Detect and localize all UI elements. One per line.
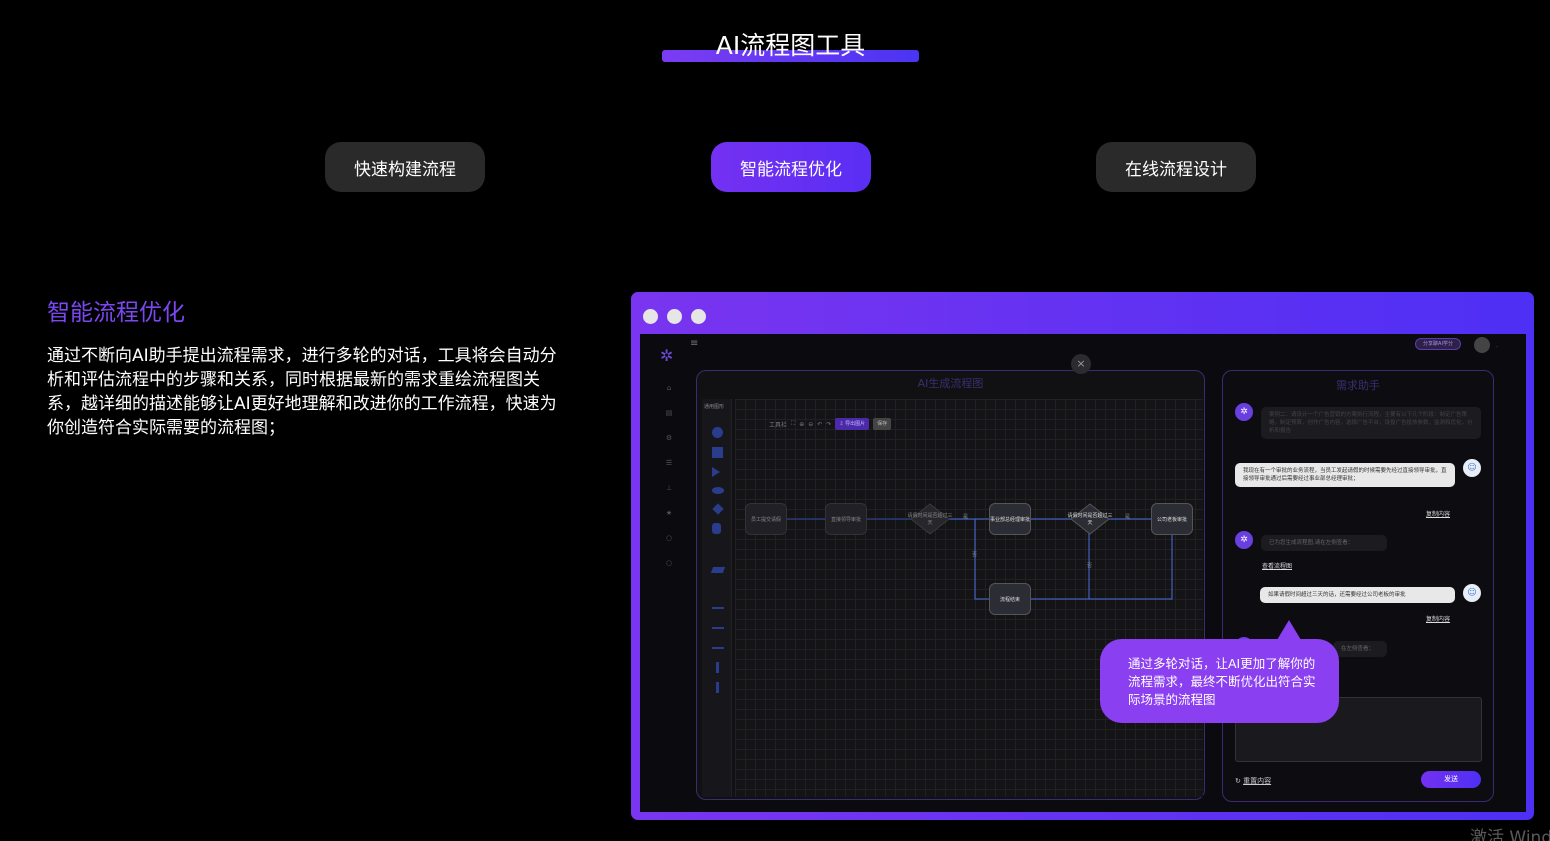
flow-node-leader-approve[interactable]: 直接领导审批 [825,503,867,535]
send-button[interactable]: 发送 [1421,771,1481,788]
copy-content-link[interactable]: 复制内容 [1426,614,1450,623]
edge-label-no: 否 [972,552,978,558]
shape-ellipse-icon [712,487,724,494]
page-title: AI流程图工具 [662,26,919,64]
flow-node-boss-approve[interactable]: 公司老板审批 [1151,503,1193,535]
org-chart-icon: ⊥ [665,484,673,492]
shape-cylinder-icon [712,523,721,534]
home-icon: ⌂ [666,384,672,392]
callout-tooltip: 通过多轮对话，让AI更加了解你的流程需求，最终不断优化出符合实际场景的流程图 [1100,639,1339,723]
user-avatar-icon: ☺ [1463,584,1481,602]
shape-triangle-icon [712,467,720,477]
tab-quick-build[interactable]: 快速构建流程 [325,142,485,192]
star-icon: ★ [665,509,673,517]
flow-node-submit[interactable]: 员工提交请假 [745,503,787,535]
shape-parallelogram-icon [710,567,726,573]
title-text: AI流程图工具 [715,31,866,60]
window-dot-close [643,309,658,324]
avatar [1474,337,1490,353]
chat-message-user: 如果请假时间超过三天的话，还需要经过公司老板的审批 [1260,587,1455,603]
callout-tail [1277,620,1301,640]
tab-online-design[interactable]: 在线流程设计 [1096,142,1256,192]
section-title: 智能流程优化 [47,300,185,326]
arrow-left-icon [712,607,724,609]
document-icon: ▤ [665,409,673,417]
arrow-both-icon [712,647,724,649]
chat-panel: 需求助手 ✲ 案例二：请设计一个广告营销的方案执行流程，主要有以下几个阶段：制定… [1222,370,1494,802]
flow-node-end[interactable]: 流程结束 [989,583,1031,615]
chat-message-user: 我现在有一个审批的业务流程，当员工发起请假的时候需要先经过直接领导审批，直接领导… [1235,463,1455,487]
shape-palette-label: 通用图形 [704,404,725,410]
flow-node-decision-2[interactable]: 请假时间是否超过三天 [1067,507,1113,531]
arrow-up-icon [716,662,719,673]
window-dot-maximize [691,309,706,324]
chat-message-bot: 已为您生成流程图,请在左侧查看： [1261,535,1387,551]
close-icon[interactable]: × [1071,354,1091,374]
reset-content-button[interactable]: ↻ 重置内容 [1235,776,1271,786]
refresh-icon: ↻ [1235,777,1244,785]
menu-icon: ≡ [690,338,699,349]
flowchart-panel: AI生成流程图 通用图形 工具栏 ⛶ ⊕ ⊖ ↶ ↷ ⇩ 导出图片 保存 员工提… [696,370,1205,800]
reset-label: 重置内容 [1243,777,1272,785]
flowchart-edges [787,503,1173,600]
edge-label-no: 否 [1087,563,1093,569]
circle-icon: ○ [665,534,673,542]
copy-content-link[interactable]: 复制内容 [1426,509,1450,518]
window-dot-minimize [667,309,682,324]
shape-palette: 通用图形 [702,399,732,797]
flow-node-decision-1[interactable]: 请假时间是否超过三天 [907,507,953,531]
tab-smart-optimize[interactable]: 智能流程优化 [711,142,871,192]
flowchart-panel-title: AI生成流程图 [917,377,984,390]
edge-label-yes: 是 [1125,514,1131,520]
circle-icon: ○ [665,559,673,567]
chat-message-bot: 案例二：请设计一个广告营销的方案执行流程，主要有以下几个阶段：制定广告策略，制定… [1261,407,1481,439]
sidebar: ⌂ ▤ ⚙ ☰ ⊥ ★ ○ ○ [664,384,674,584]
gear-icon: ⚙ [665,434,673,442]
chevron-down-icon: · [1496,344,1498,351]
preview-window: ✲ ≡ 分享聊AI学分 · ⌂ ▤ ⚙ ☰ ⊥ ★ ○ ○ AI生成流程图 通用… [631,292,1534,820]
os-activation-watermark: 激活 Windows [1470,828,1550,841]
flowchart-canvas[interactable]: 工具栏 ⛶ ⊕ ⊖ ↶ ↷ ⇩ 导出图片 保存 员工提交请假 直接领导审批 请假… [735,399,1203,797]
top-pill-badge: 分享聊AI学分 [1415,338,1461,350]
edge-label-yes: 是 [963,514,969,520]
section-description: 通过不断向AI助手提出流程需求，进行多轮的对话，工具将会自动分析和评估流程中的步… [47,346,557,438]
shape-circle-icon [712,427,723,438]
flow-node-gm-approve[interactable]: 事业部总经理审批 [989,503,1031,535]
view-flowchart-link[interactable]: 查看流程图 [1262,561,1292,570]
chat-message-bot: 在左侧查看； [1333,641,1387,657]
arrow-down-icon [716,682,719,693]
user-avatar-icon: ☺ [1463,459,1481,477]
list-icon: ☰ [665,459,673,467]
app-logo-icon: ✲ [660,346,674,365]
bot-avatar-icon: ✲ [1235,531,1253,549]
shape-square-icon [712,447,723,458]
arrow-right-icon [712,627,724,629]
app-screenshot: ✲ ≡ 分享聊AI学分 · ⌂ ▤ ⚙ ☰ ⊥ ★ ○ ○ AI生成流程图 通用… [640,334,1526,812]
shape-diamond-icon [712,503,724,515]
bot-avatar-icon: ✲ [1235,403,1253,421]
chat-panel-title: 需求助手 [1336,379,1380,392]
